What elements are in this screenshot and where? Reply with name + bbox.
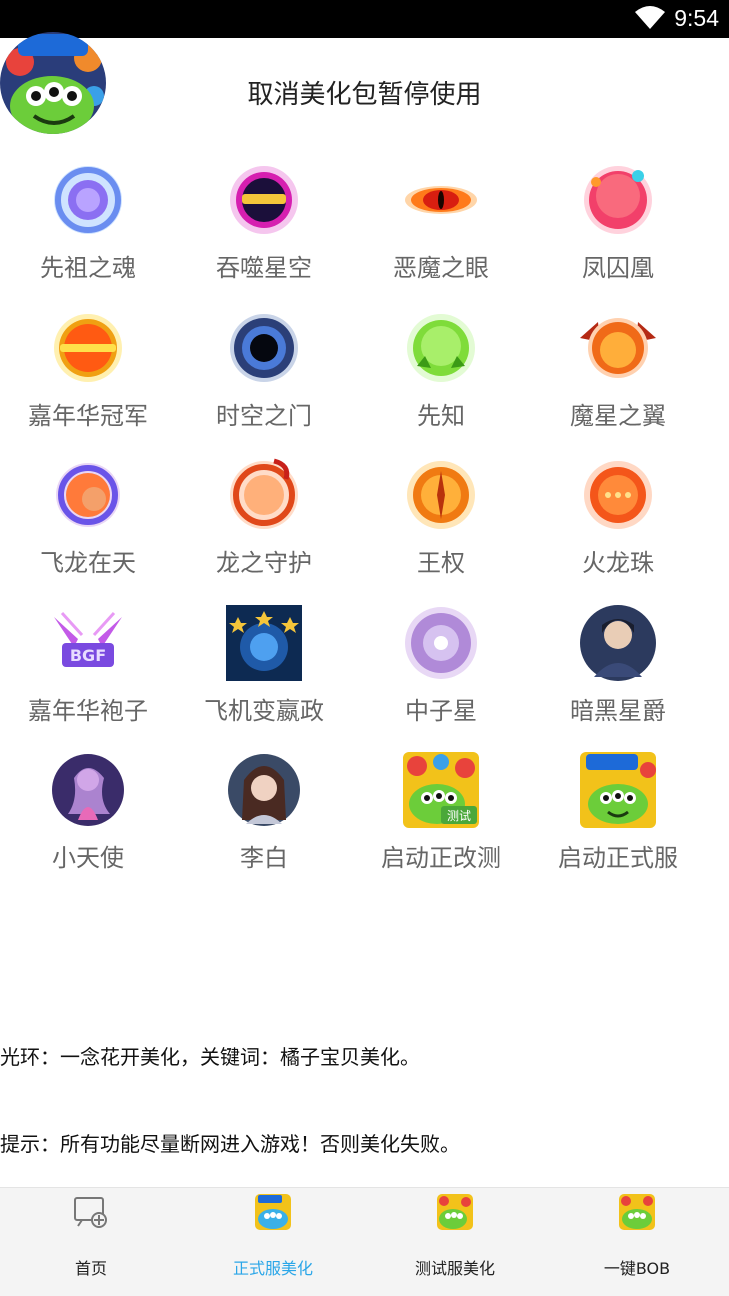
grid-item-carnival-robe[interactable]: BGF 嘉年华袍子 [0,593,176,740]
grid-item-launch-test-server[interactable]: 测试 启动正改测 [353,740,529,887]
grid-row: 飞龙在天 龙之守护 王权 火龙珠 [0,445,729,593]
grid-item-kingship[interactable]: 王权 [353,445,529,592]
grid-item-label: 先知 [417,401,465,430]
grid-item-carnival-champion[interactable]: 嘉年华冠军 [0,298,176,445]
grid-item-phoenix[interactable]: 凤囚凰 [530,150,706,297]
grid-item-launch-official-server[interactable]: 启动正式服 [530,740,706,887]
grid-item-label: 暗黑星爵 [570,696,666,725]
grid-item-dark-star-lord[interactable]: 暗黑星爵 [530,593,706,740]
grid-item-prophet[interactable]: 先知 [353,298,529,445]
devour-starry-sky-halo-icon [230,166,298,234]
grid-item-label: 王权 [417,549,465,577]
home-monitor-icon [74,1197,107,1228]
flying-dragon-halo-icon [56,463,120,527]
grid-item-demon-star-wings[interactable]: 魔星之翼 [530,298,706,445]
grid-item-label: 启动正改测 [381,844,501,872]
grid-item-label: 时空之门 [216,401,312,430]
little-angel-avatar-icon [52,754,124,826]
tab-test-server-beautify[interactable]: 测试服美化 [364,1188,546,1296]
grid-item-label: 嘉年华袍子 [28,696,148,725]
grid-row: 小天使 李白 测试 启动正改测 启动正式服 [0,740,729,888]
header: 取消美化包暂停使用 [0,32,729,138]
grid-item-label: 飞龙在天 [40,549,136,577]
grid-item-label: 恶魔之眼 [393,254,489,282]
test-badge-text: 测试 [447,808,471,823]
halo-grid: 先祖之魂 吞噬星空 恶魔之眼 凤囚凰 嘉年华冠军 时空之门 先知 魔星之翼 飞龙… [0,150,729,888]
status-time: 9:54 [674,5,719,31]
svg-text:BGF: BGF [70,646,106,665]
grid-item-little-angel[interactable]: 小天使 [0,740,176,887]
grid-row: BGF 嘉年华袍子 飞机变嬴政 中子星 暗黑星爵 [0,593,729,741]
grid-item-label: 魔星之翼 [570,401,666,430]
grid-item-label: 先祖之魂 [40,254,136,282]
neutron-star-halo-icon [405,606,477,679]
grid-row: 先祖之魂 吞噬星空 恶魔之眼 凤囚凰 [0,150,729,298]
grid-item-time-space-gate[interactable]: 时空之门 [176,298,352,445]
halo-credit-note: 光环：一念花开美化，关键词：橘子宝贝美化。 [0,1045,420,1069]
prophet-halo-icon [407,313,475,382]
grid-row: 嘉年华冠军 时空之门 先知 魔星之翼 [0,298,729,446]
tab-label: 正式服美化 [232,1259,313,1278]
grid-item-libai[interactable]: 李白 [176,740,352,887]
offline-tip-note: 提示：所有功能尽量断网进入游戏！否则美化失败。 [0,1132,460,1156]
grid-item-demon-eye[interactable]: 恶魔之眼 [353,150,529,297]
ancestor-soul-halo-icon [54,166,122,234]
bob-app-icon [619,1194,655,1230]
libai-avatar-icon [228,754,300,826]
plane-to-yingzheng-icon [226,604,302,681]
wifi-icon [635,6,665,29]
test-server-app-icon [437,1194,473,1230]
page-title[interactable]: 取消美化包暂停使用 [0,74,729,111]
grid-item-ancestor-soul[interactable]: 先祖之魂 [0,150,176,297]
grid-item-fire-dragon-pearl[interactable]: 火龙珠 [530,445,706,592]
grid-item-label: 吞噬星空 [216,254,312,282]
grid-item-neutron-star[interactable]: 中子星 [353,593,529,740]
time-space-gate-halo-icon [230,313,298,382]
grid-item-label: 龙之守护 [216,549,312,577]
tab-home[interactable]: 首页 [0,1188,182,1296]
grid-item-flying-dragon[interactable]: 飞龙在天 [0,445,176,592]
tab-label: 测试服美化 [414,1259,495,1278]
grid-item-devour-starry-sky[interactable]: 吞噬星空 [176,150,352,297]
grid-item-label: 启动正式服 [558,844,678,872]
tab-official-server-beautify[interactable]: 正式服美化 [182,1188,364,1296]
dragon-guard-halo-icon [230,458,298,529]
demon-eye-halo-icon [405,186,477,214]
kingship-halo-icon [407,461,475,529]
tab-label: 首页 [74,1259,107,1278]
official-server-app-icon [580,752,656,828]
grid-item-label: 小天使 [52,844,124,872]
phoenix-halo-icon [584,166,652,234]
carnival-champion-halo-icon [54,313,122,382]
grid-item-label: 李白 [240,844,288,872]
demon-star-wings-halo-icon [580,317,656,378]
official-server-app-icon [255,1194,291,1230]
grid-item-label: 中子星 [405,696,477,725]
tab-label: 一键BOB [603,1259,671,1278]
grid-item-label: 嘉年华冠军 [28,401,148,430]
tab-one-click-bob[interactable]: 一键BOB [546,1188,728,1296]
grid-item-plane-to-yingzheng[interactable]: 飞机变嬴政 [176,593,352,740]
bgf-wings-logo-icon: BGF [54,611,122,667]
status-bar: 9:54 [0,0,729,38]
bottom-nav: 首页 正式服美化 测试服美化 一键BOB [0,1187,729,1296]
dark-star-lord-avatar-icon [580,604,656,681]
grid-item-label: 凤囚凰 [582,254,654,282]
test-server-app-icon: 测试 [403,752,479,828]
grid-item-label: 火龙珠 [582,549,654,577]
fire-dragon-pearl-halo-icon [584,461,652,529]
grid-item-label: 飞机变嬴政 [204,696,324,725]
grid-item-dragon-guard[interactable]: 龙之守护 [176,445,352,592]
